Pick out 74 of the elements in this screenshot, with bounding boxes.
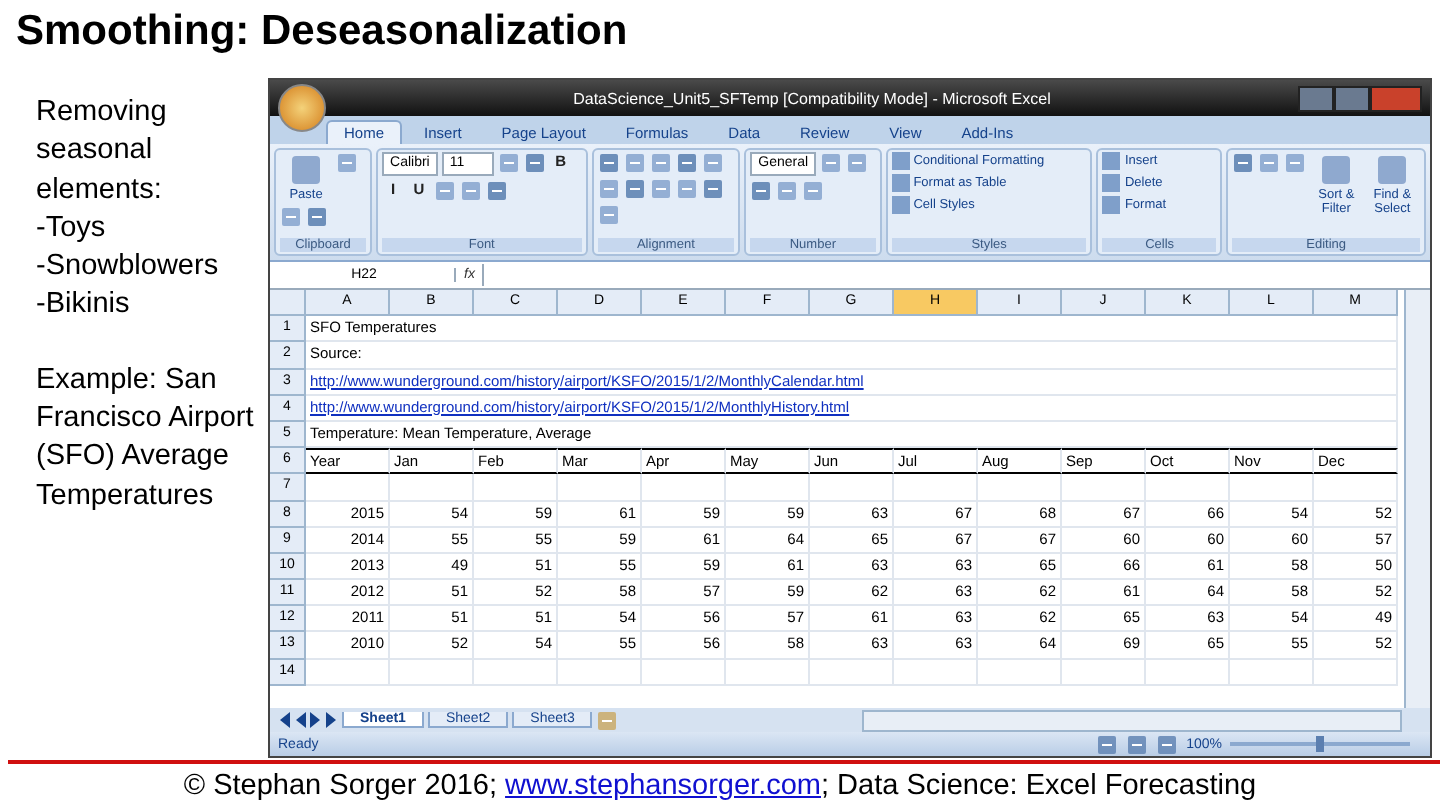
toolbar-icon[interactable] — [597, 152, 620, 174]
empty-cell — [474, 659, 558, 686]
command-icon — [1318, 152, 1355, 188]
empty-cell — [1062, 474, 1146, 501]
toolbar-icon[interactable] — [649, 152, 672, 174]
empty-cell — [558, 659, 642, 686]
empty-cell — [810, 474, 894, 501]
toolbar-icon[interactable] — [460, 180, 483, 202]
toolbar-icon[interactable] — [597, 178, 620, 200]
toolbar-icon[interactable] — [1258, 152, 1281, 174]
empty-cell — [726, 474, 810, 501]
body-text: Example: San Francisco Airport (SFO) Average Temperatures — [36, 361, 256, 516]
sheet-nav-icon[interactable] — [278, 712, 338, 728]
body-text: -Snowblowers — [36, 248, 221, 287]
empty-cell — [894, 659, 978, 686]
empty-cell — [978, 659, 1062, 686]
toolbar-icon[interactable] — [336, 152, 358, 174]
slide-title: Smoothing: Deseasonalization — [16, 6, 628, 58]
empty-cell — [390, 474, 474, 501]
office-button[interactable] — [278, 84, 326, 132]
empty-cell — [1230, 474, 1314, 501]
empty-cell — [1146, 474, 1230, 501]
toolbar-icon[interactable] — [623, 178, 646, 200]
toolbar-icon[interactable] — [802, 180, 825, 202]
toolbar-icon[interactable] — [820, 152, 843, 174]
empty-cell — [1230, 659, 1314, 686]
toolbar-icon[interactable] — [701, 152, 724, 174]
footer-link[interactable]: www.stephansorger.com — [505, 770, 821, 802]
empty-cell — [810, 659, 894, 686]
empty-cell — [1314, 474, 1398, 501]
empty-cell — [1314, 659, 1398, 686]
toolbar-icon[interactable] — [486, 180, 509, 202]
view-icon[interactable] — [1096, 733, 1119, 755]
toolbar-icon[interactable] — [497, 152, 520, 174]
toolbar-icon[interactable] — [306, 206, 328, 228]
body-text: Removing seasonal elements: — [36, 94, 169, 210]
empty-cell — [390, 659, 474, 686]
body-text: -Toys — [36, 209, 108, 248]
view-icon[interactable] — [1156, 733, 1179, 755]
minimize-button[interactable] — [1298, 85, 1334, 111]
select-all-button[interactable] — [270, 290, 306, 317]
toolbar-icon[interactable] — [649, 178, 672, 200]
toolbar-icon[interactable] — [1284, 152, 1307, 174]
toolbar-icon[interactable] — [750, 180, 773, 202]
empty-cell — [978, 474, 1062, 501]
toolbar-icon[interactable] — [434, 180, 457, 202]
toolbar-icon[interactable] — [623, 152, 646, 174]
toolbar-icon[interactable] — [1232, 152, 1255, 174]
empty-cell — [726, 659, 810, 686]
close-button[interactable] — [1370, 85, 1422, 111]
slider-thumb[interactable] — [1316, 736, 1324, 752]
toolbar-icon[interactable] — [280, 206, 302, 228]
empty-cell — [558, 474, 642, 501]
command-icon — [1374, 152, 1411, 188]
toolbar-icon[interactable] — [597, 204, 620, 226]
toolbar-icon[interactable] — [523, 152, 546, 174]
toolbar-icon[interactable] — [701, 178, 724, 200]
toolbar-icon[interactable] — [776, 180, 799, 202]
empty-cell — [1062, 659, 1146, 686]
new-sheet-icon[interactable] — [596, 709, 619, 731]
window-title: DataScience_Unit5_SFTemp [Compatibility Mode] - Microsoft Excel — [571, 89, 1053, 107]
maximize-button[interactable] — [1334, 85, 1370, 111]
body-text: -Bikinis — [36, 286, 132, 325]
empty-cell — [474, 474, 558, 501]
footer-text: © Stephan Sorger 2016; www.stephansorger.com; Data Science: Excel Forecasting — [181, 770, 1259, 802]
toolbar-icon[interactable] — [675, 178, 698, 200]
empty-cell — [1146, 659, 1230, 686]
command-icon — [288, 152, 324, 188]
empty-cell — [894, 474, 978, 501]
toolbar-icon[interactable] — [675, 152, 698, 174]
view-icon[interactable] — [1126, 733, 1149, 755]
empty-cell — [642, 659, 726, 686]
toolbar-icon[interactable] — [846, 152, 869, 174]
empty-cell — [642, 474, 726, 501]
